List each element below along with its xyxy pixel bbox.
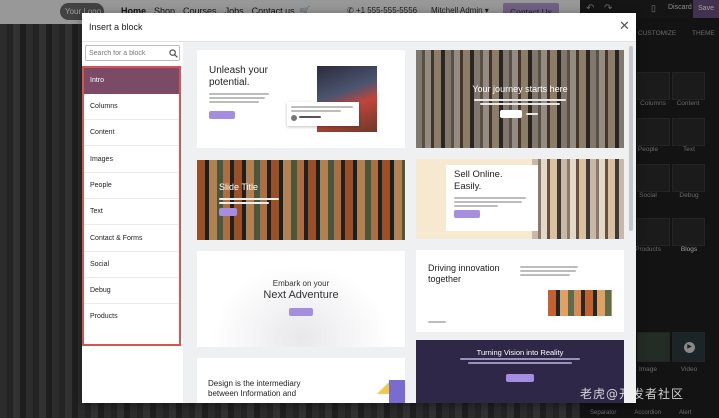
dialog-header: Insert a block ✕ <box>82 13 636 42</box>
preview-heading: Sell Online. Easily. <box>454 169 503 192</box>
preview-text-line <box>526 113 538 115</box>
category-debug[interactable]: Debug <box>84 278 179 304</box>
category-images[interactable]: Images <box>84 147 179 173</box>
preview-shape <box>389 380 405 403</box>
preview-text-line <box>209 101 259 103</box>
image-overlay <box>197 160 405 240</box>
category-content[interactable]: Content <box>84 120 179 146</box>
preview-quote-card <box>287 102 359 126</box>
search-input[interactable] <box>89 47 167 59</box>
block-preview-sell[interactable]: Sell Online. Easily. <box>416 159 624 239</box>
preview-button <box>500 110 522 118</box>
preview-text-line <box>480 103 560 105</box>
preview-image <box>532 159 624 239</box>
preview-text-line <box>520 274 570 276</box>
preview-text-line <box>209 97 265 99</box>
preview-text-line <box>299 116 321 118</box>
preview-text-line <box>291 106 353 108</box>
block-preview-slide[interactable]: Slide Title <box>197 160 405 240</box>
preview-text-line <box>460 358 580 360</box>
block-preview-design[interactable]: Design is the intermediary between Infor… <box>197 358 405 403</box>
preview-subheading: Embark on your <box>272 279 330 288</box>
preview-heading: Slide Title <box>219 182 259 192</box>
preview-text-line <box>474 99 566 101</box>
preview-heading: Unleash your potential. <box>209 65 268 88</box>
preview-heading: Driving innovation together <box>428 263 500 284</box>
dialog-title: Insert a block <box>89 22 143 32</box>
preview-heading: Next Adventure <box>263 289 339 301</box>
preview-text-line <box>520 266 578 268</box>
preview-text-line <box>454 197 526 199</box>
close-icon[interactable]: ✕ <box>619 19 630 32</box>
preview-heading: Your journey starts here <box>472 84 568 94</box>
category-columns[interactable]: Columns <box>84 94 179 120</box>
preview-text-line <box>520 270 576 272</box>
preview-button <box>506 374 534 382</box>
preview-heading: Design is the intermediary between Infor… <box>208 379 301 398</box>
category-social[interactable]: Social <box>84 252 179 278</box>
category-contact-forms[interactable]: Contact & Forms <box>84 226 179 252</box>
preview-button <box>454 210 480 218</box>
preview-button <box>219 208 237 216</box>
block-preview-driving[interactable]: Driving innovation together <box>416 250 624 332</box>
preview-text-line <box>454 201 522 203</box>
preview-text-line <box>209 93 269 95</box>
watermark: 老虎@开发者社区 <box>580 387 685 401</box>
preview-text-line <box>468 362 572 364</box>
category-text[interactable]: Text <box>84 199 179 225</box>
preview-button <box>209 111 235 119</box>
preview-text-line <box>454 205 498 207</box>
category-list: Intro Columns Content Images People Text… <box>82 66 181 346</box>
block-previews: Unleash your potential. Your journey sta… <box>183 42 636 403</box>
preview-text-line <box>219 202 269 204</box>
insert-block-dialog: Insert a block ✕ Intro Columns Content I… <box>82 13 636 403</box>
preview-text-line <box>291 110 341 112</box>
preview-text-line <box>428 321 446 323</box>
previews-scrollbar[interactable] <box>629 46 633 231</box>
preview-text-line <box>219 198 279 200</box>
search-icon[interactable] <box>169 49 178 58</box>
block-search <box>85 45 180 61</box>
category-products[interactable]: Products <box>84 304 179 330</box>
category-intro[interactable]: Intro <box>84 68 179 94</box>
preview-image <box>548 290 612 316</box>
block-preview-journey[interactable]: Your journey starts here <box>416 50 624 148</box>
block-preview-unleash[interactable]: Unleash your potential. <box>197 50 405 148</box>
block-preview-embark[interactable]: Embark on your Next Adventure <box>197 251 405 347</box>
category-people[interactable]: People <box>84 173 179 199</box>
avatar <box>291 115 297 121</box>
preview-button <box>289 308 313 316</box>
preview-heading: Turning Vision into Reality <box>476 348 564 357</box>
